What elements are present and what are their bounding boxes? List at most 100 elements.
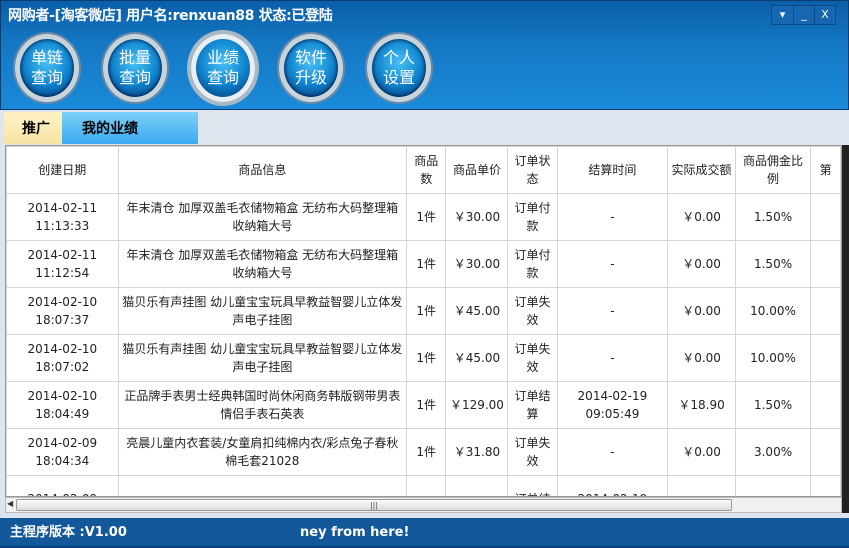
tab-my-performance[interactable]: 我的业绩 — [62, 112, 198, 144]
window-controls: ▾ _ X — [771, 5, 836, 25]
table-cell: 订单失效 — [507, 287, 558, 335]
table-row[interactable]: 2014-02-09 订单结2014-02-19 — [6, 475, 841, 496]
table-cell: - — [556, 428, 669, 476]
nav-button-1[interactable]: 批量查询 — [103, 34, 167, 102]
minimize-button[interactable]: _ — [793, 6, 814, 24]
table-cell: 2014-02-10 18:07:02 — [6, 334, 119, 382]
table-cell: 1件 — [406, 240, 447, 288]
table-cell: ￥45.00 — [445, 287, 509, 335]
menu-dropdown-button[interactable]: ▾ — [772, 6, 793, 24]
table-cell: ￥0.00 — [667, 287, 736, 335]
content: 推广媒体 我的业绩 创建日期商品信息商品数商品单价订单状态结算时间实际成交额商品… — [0, 110, 849, 518]
table-cell: ￥31.80 — [445, 428, 509, 476]
nav-button-3[interactable]: 软件升级 — [279, 34, 343, 102]
table-cell: 3.00% — [734, 428, 812, 476]
table-cell: ￥0.00 — [667, 334, 736, 382]
status-bar: 主程序版本 :V1.00 ney from here! — [0, 518, 849, 546]
table-cell: 年末清仓 加厚双盖毛衣储物箱盒 无纺布大码整理箱收纳箱大号 — [117, 240, 408, 288]
table-cell: 10.00% — [734, 287, 812, 335]
table-cell: 1件 — [406, 193, 447, 241]
table-cell: 2014-02-10 18:04:49 — [6, 381, 119, 429]
tab-bar: 推广媒体 我的业绩 — [4, 112, 198, 171]
table-cell: 订单失效 — [507, 334, 558, 382]
table-cell — [406, 475, 447, 496]
table-row[interactable]: 2014-02-10 18:04:49 正品牌手表男士经典韩国时尚休闲商务韩版钢带… — [6, 381, 841, 429]
table-cell: ￥30.00 — [445, 240, 509, 288]
table-cell: - — [556, 193, 669, 241]
table-cell: 订单付款 — [507, 193, 558, 241]
table-cell: ￥45.00 — [445, 334, 509, 382]
table-cell: 亮晨儿童内衣套装/女童肩扣纯棉内衣/彩点兔子春秋棉毛套21028 — [117, 428, 408, 476]
table-cell: 2014-02-11 11:12:54 — [6, 240, 119, 288]
nav-button-2[interactable]: 业绩查询 — [191, 34, 255, 102]
column-header[interactable]: 实际成交额 — [667, 146, 736, 194]
table-cell: 年末清仓 加厚双盖毛衣储物箱盒 无纺布大码整理箱收纳箱大号 — [117, 193, 408, 241]
table-cell — [810, 334, 841, 382]
table-cell — [445, 475, 509, 496]
column-header[interactable]: 第 — [810, 146, 841, 194]
table-cell: ￥0.00 — [667, 240, 736, 288]
table-cell: ￥18.90 — [667, 381, 736, 429]
column-header[interactable]: 商品佣金比例 — [734, 146, 812, 194]
table-cell: 1件 — [406, 334, 447, 382]
table-row[interactable]: 2014-02-10 18:07:37 猫贝乐有声挂图 幼儿童宝宝玩具早教益智婴儿… — [6, 287, 841, 335]
table-cell: 订单结 — [507, 475, 558, 496]
table-cell: 正品牌手表男士经典韩国时尚休闲商务韩版钢带男表情侣手表石英表 — [117, 381, 408, 429]
table-row[interactable]: 2014-02-11 11:12:54 年末清仓 加厚双盖毛衣储物箱盒 无纺布大码… — [6, 240, 841, 288]
table-cell: 2014-02-10 18:07:37 — [6, 287, 119, 335]
main-nav: 单链查询 批量查询 业绩查询 软件升级 个人设置 — [15, 34, 455, 102]
header: 网购者-[淘客微店] 用户名:renxuan88 状态:已登陆 ▾ _ X 单链… — [0, 0, 849, 110]
table-cell: 1.50% — [734, 381, 812, 429]
table-cell — [810, 381, 841, 429]
table-cell: - — [556, 240, 669, 288]
table-cell: 猫贝乐有声挂图 幼儿童宝宝玩具早教益智婴儿立体发声电子挂图 — [117, 334, 408, 382]
nav-button-0[interactable]: 单链查询 — [15, 34, 79, 102]
table-cell — [810, 428, 841, 476]
column-header[interactable]: 创建日期 — [6, 146, 119, 194]
column-header[interactable]: 结算时间 — [556, 146, 669, 194]
table-cell: 2014-02-09 — [6, 475, 119, 496]
table-cell: 订单结算 — [507, 381, 558, 429]
table-cell: 1.50% — [734, 240, 812, 288]
table-cell: 猫贝乐有声挂图 幼儿童宝宝玩具早教益智婴儿立体发声电子挂图 — [117, 287, 408, 335]
table-cell: - — [556, 334, 669, 382]
tab-promotion-media[interactable]: 推广媒体 — [4, 112, 62, 171]
table-cell — [810, 287, 841, 335]
column-header[interactable]: 商品信息 — [117, 146, 408, 194]
scrollbar-thumb[interactable]: ||| — [16, 499, 732, 511]
version-label: 主程序版本 :V1.00 — [10, 525, 127, 540]
table-cell: ￥129.00 — [445, 381, 509, 429]
marquee-text: ney from here! — [300, 525, 410, 540]
table-cell: 订单付款 — [507, 240, 558, 288]
table-cell: 2014-02-19 — [556, 475, 669, 496]
table-cell — [117, 475, 408, 496]
table-cell: 1件 — [406, 428, 447, 476]
table-row[interactable]: 2014-02-09 18:04:34 亮晨儿童内衣套装/女童肩扣纯棉内衣/彩点兔… — [6, 428, 841, 476]
performance-table: 创建日期 商品信息 商品数 商品单价 订单状态 结算时间 实际成交额 商品佣金比例第 2014… — [5, 145, 842, 497]
vertical-scrollbar[interactable] — [842, 145, 849, 513]
table-cell: 2014-02-11 11:13:33 — [6, 193, 119, 241]
scroll-left-arrow-icon[interactable]: ◀ — [7, 499, 13, 508]
table-cell — [734, 475, 812, 496]
table-cell: 1件 — [406, 381, 447, 429]
table-cell — [810, 475, 841, 496]
table-cell: 2014-02-19 09:05:49 — [556, 381, 669, 429]
column-header[interactable]: 商品单价 — [445, 146, 509, 194]
close-button[interactable]: X — [814, 6, 835, 24]
table-cell — [810, 240, 841, 288]
table-cell: ￥0.00 — [667, 428, 736, 476]
table-cell: 订单失效 — [507, 428, 558, 476]
table-cell — [667, 475, 736, 496]
table-cell — [810, 193, 841, 241]
table-cell: ￥30.00 — [445, 193, 509, 241]
table-cell: - — [556, 287, 669, 335]
nav-button-4[interactable]: 个人设置 — [367, 34, 431, 102]
table-cell: 2014-02-09 18:04:34 — [6, 428, 119, 476]
table-row[interactable]: 2014-02-10 18:07:02 猫贝乐有声挂图 幼儿童宝宝玩具早教益智婴儿… — [6, 334, 841, 382]
table-cell: 10.00% — [734, 334, 812, 382]
column-header[interactable]: 订单状态 — [507, 146, 558, 194]
window-title: 网购者-[淘客微店] 用户名:renxuan88 状态:已登陆 — [8, 8, 333, 24]
table-row[interactable]: 2014-02-11 11:13:33 年末清仓 加厚双盖毛衣储物箱盒 无纺布大码… — [6, 193, 841, 241]
column-header[interactable]: 商品数 — [406, 146, 447, 194]
horizontal-scrollbar[interactable]: ◀ ||| — [5, 497, 842, 513]
